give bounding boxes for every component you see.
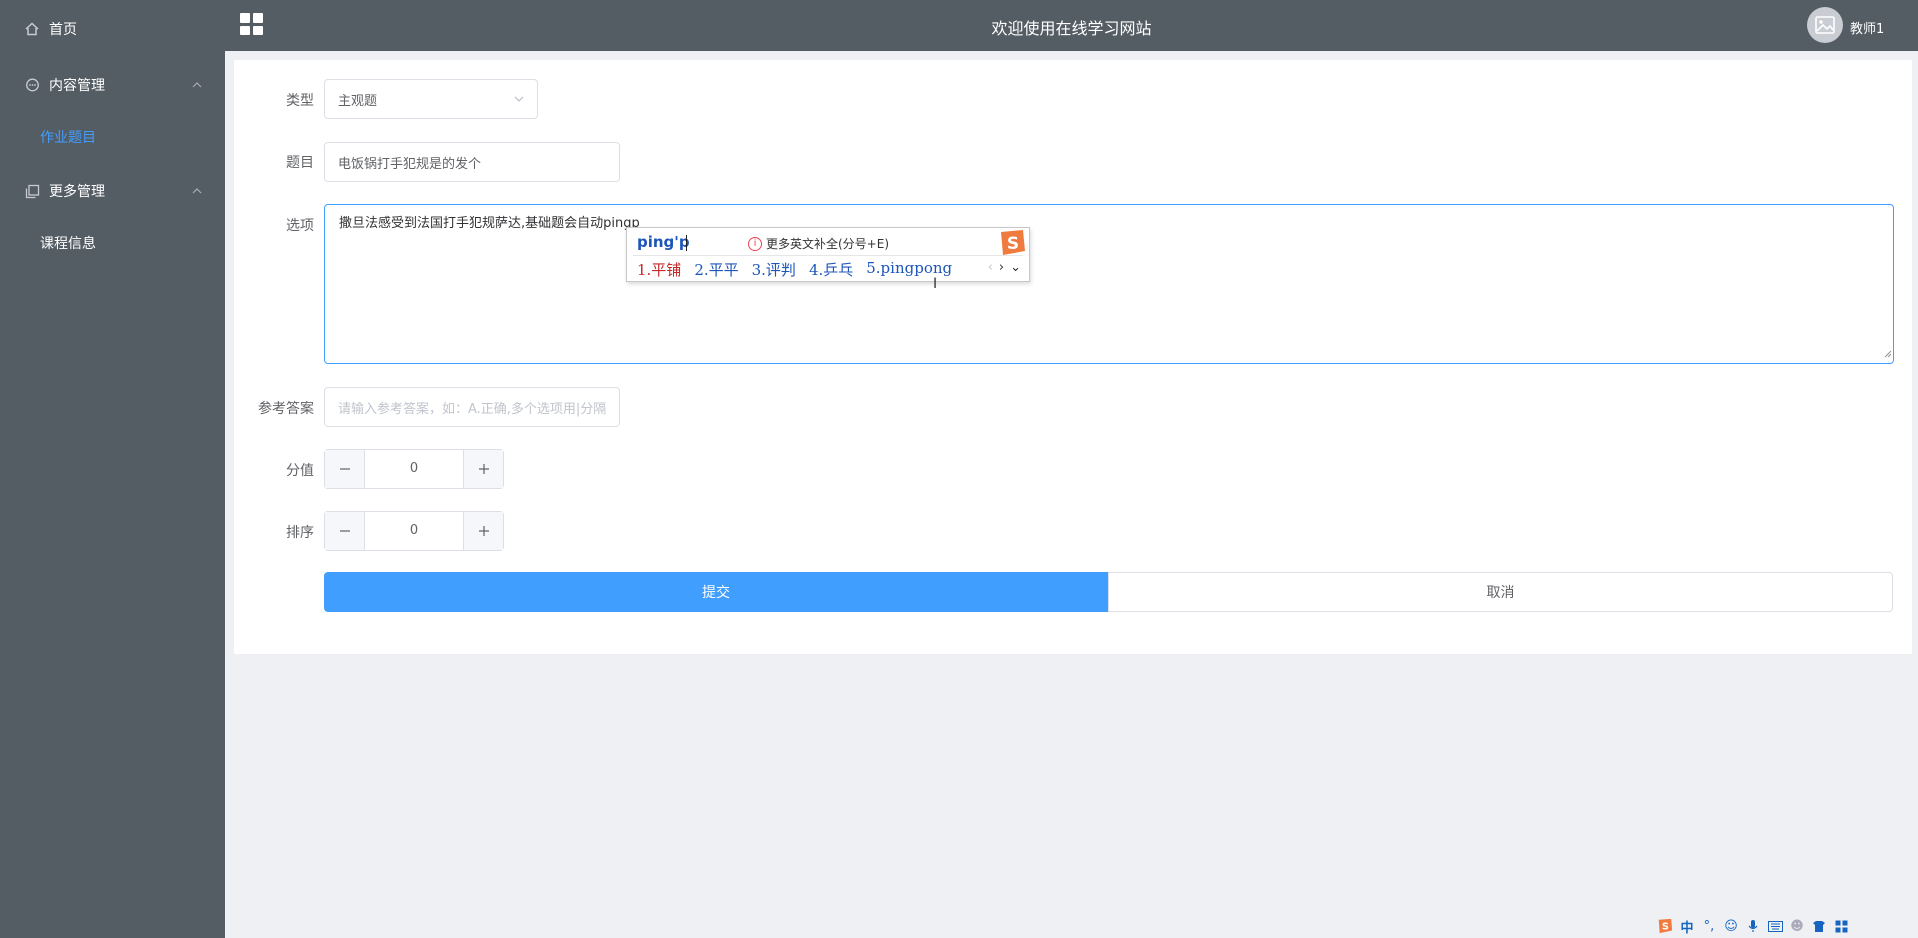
ime-divider bbox=[633, 255, 1023, 256]
order-increase-button[interactable] bbox=[463, 512, 503, 550]
ime-candidate[interactable]: 5.pingpong bbox=[866, 259, 952, 280]
chevron-left-icon[interactable]: ‹ bbox=[988, 260, 993, 275]
sidebar-item-label: 更多管理 bbox=[49, 184, 105, 200]
chevron-up-icon bbox=[191, 79, 203, 91]
language-toggle[interactable]: 中 bbox=[1679, 918, 1695, 936]
ime-composition: ping'p bbox=[637, 233, 690, 251]
sogou-tray-icon[interactable]: S bbox=[1657, 918, 1673, 934]
svg-text:S: S bbox=[1007, 234, 1019, 254]
sidebar-item-home[interactable]: 首页 bbox=[0, 1, 225, 57]
ime-hint[interactable]: i 更多英文补全(分号+E) bbox=[748, 235, 889, 252]
options-label: 选项 bbox=[286, 218, 314, 234]
text-cursor bbox=[686, 235, 687, 251]
score-increase-button[interactable] bbox=[463, 450, 503, 488]
type-label: 类型 bbox=[286, 93, 314, 109]
ime-page-controls: ‹ › ⌄ bbox=[988, 260, 1021, 275]
ime-hint-text: 更多英文补全(分号+E) bbox=[766, 237, 890, 251]
score-stepper: 0 bbox=[324, 449, 504, 489]
ime-candidate[interactable]: 4.乒乓 bbox=[809, 259, 853, 280]
chevron-right-icon[interactable]: › bbox=[999, 260, 1004, 275]
minus-icon bbox=[339, 530, 350, 532]
sogou-logo-icon: S bbox=[997, 229, 1027, 257]
resize-handle-icon[interactable] bbox=[1884, 343, 1892, 362]
copy-icon bbox=[24, 183, 40, 199]
sidebar-item-label: 作业题目 bbox=[40, 130, 96, 146]
user-icon[interactable]: ☻ bbox=[1789, 918, 1805, 934]
ime-candidate[interactable]: 2.平平 bbox=[694, 259, 738, 280]
page-title: 欢迎使用在线学习网站 bbox=[991, 19, 1152, 38]
sidebar: 首页 内容管理 作业题目 更多管理 课程信息 bbox=[0, 0, 225, 938]
sidebar-item-label: 内容管理 bbox=[49, 78, 105, 94]
score-value[interactable]: 0 bbox=[365, 450, 463, 488]
svg-text:S: S bbox=[1662, 922, 1669, 933]
sidebar-subitem-course-info[interactable]: 课程信息 bbox=[0, 218, 225, 268]
home-icon bbox=[24, 21, 40, 37]
answer-label: 参考答案 bbox=[258, 401, 314, 417]
plus-icon bbox=[478, 526, 489, 536]
keyboard-icon[interactable] bbox=[1767, 918, 1783, 934]
skin-icon[interactable] bbox=[1811, 918, 1827, 934]
cancel-button[interactable]: 取消 bbox=[1108, 572, 1893, 612]
ime-candidate[interactable]: 1.平铺 bbox=[637, 259, 681, 280]
toolbox-icon[interactable] bbox=[1833, 918, 1849, 934]
sidebar-item-more-management[interactable]: 更多管理 bbox=[0, 163, 225, 219]
sidebar-item-label: 课程信息 bbox=[40, 236, 96, 252]
order-value[interactable]: 0 bbox=[365, 512, 463, 550]
answer-input[interactable]: 请输入参考答案，如：A.正确,多个选项用|分隔 bbox=[324, 387, 620, 427]
type-select[interactable]: 主观题 bbox=[324, 79, 538, 119]
chevron-down-icon bbox=[513, 93, 525, 109]
order-label: 排序 bbox=[286, 525, 314, 541]
order-decrease-button[interactable] bbox=[325, 512, 365, 550]
info-icon: i bbox=[748, 236, 762, 251]
type-select-value: 主观题 bbox=[338, 93, 378, 109]
emoji-icon[interactable]: ☺ bbox=[1723, 918, 1739, 934]
submit-button[interactable]: 提交 bbox=[324, 572, 1108, 612]
sidebar-item-label: 首页 bbox=[49, 22, 77, 38]
chat-icon bbox=[24, 77, 40, 93]
image-icon bbox=[1815, 16, 1835, 34]
form-card: 类型 主观题 题目 电饭锅打手犯规是的发个 选项 撒旦法感受到法国打手犯规萨达,… bbox=[234, 60, 1912, 654]
chevron-down-icon[interactable]: ⌄ bbox=[1010, 260, 1021, 275]
ime-candidate-window: ping'p i 更多英文补全(分号+E) S 1.平铺 2.平平 3.评判 4… bbox=[626, 227, 1030, 282]
sidebar-subitem-homework[interactable]: 作业题目 bbox=[0, 112, 225, 162]
avatar[interactable] bbox=[1807, 7, 1843, 43]
question-input[interactable]: 电饭锅打手犯规是的发个 bbox=[324, 142, 620, 182]
options-textarea[interactable]: 撒旦法感受到法国打手犯规萨达,基础题会自动pingp bbox=[324, 204, 1894, 364]
answer-input-placeholder: 请输入参考答案，如：A.正确,多个选项用|分隔 bbox=[338, 401, 607, 417]
ime-candidates: 1.平铺 2.平平 3.评判 4.乒乓 5.pingpong bbox=[637, 259, 965, 280]
ime-candidate[interactable]: 3.评判 bbox=[752, 259, 796, 280]
score-decrease-button[interactable] bbox=[325, 450, 365, 488]
sidebar-item-content-management[interactable]: 内容管理 bbox=[0, 57, 225, 113]
microphone-icon[interactable] bbox=[1745, 918, 1761, 934]
chevron-up-icon bbox=[191, 185, 203, 197]
text-cursor-icon: I bbox=[933, 276, 938, 292]
username[interactable]: 教师1 bbox=[1850, 18, 1884, 37]
question-input-value: 电饭锅打手犯规是的发个 bbox=[338, 156, 482, 172]
order-stepper: 0 bbox=[324, 511, 504, 551]
punctuation-toggle[interactable]: °, bbox=[1701, 918, 1717, 934]
score-label: 分值 bbox=[286, 463, 314, 479]
question-label: 题目 bbox=[286, 155, 314, 171]
minus-icon bbox=[339, 468, 350, 470]
plus-icon bbox=[478, 464, 489, 474]
options-textarea-value: 撒旦法感受到法国打手犯规萨达,基础题会自动pingp bbox=[339, 216, 640, 231]
ime-toolbar: S 中 °, ☺ ☻ bbox=[1657, 914, 1862, 938]
top-header: 欢迎使用在线学习网站 教师1 bbox=[225, 0, 1918, 51]
